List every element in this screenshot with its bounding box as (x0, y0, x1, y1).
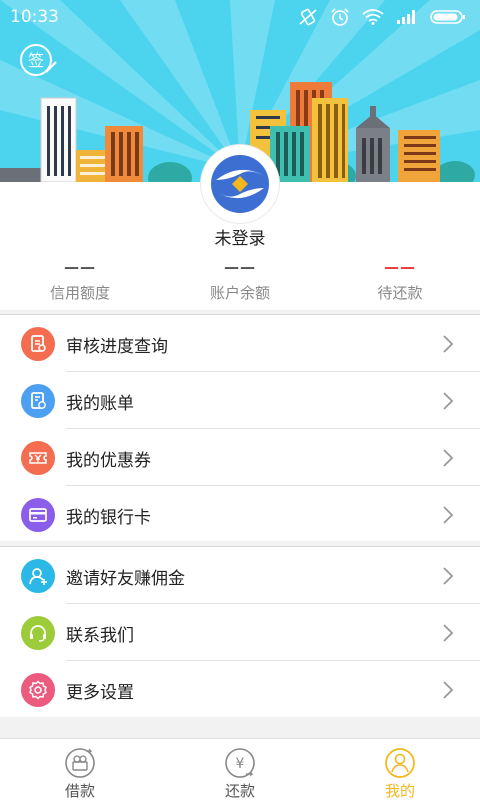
svg-text:签: 签 (28, 51, 44, 70)
stat-value: —— (224, 258, 256, 276)
menu-item-my-coupons[interactable]: 我的优惠券 (0, 429, 480, 486)
status-icons (298, 7, 466, 27)
menu-item-contact-us[interactable]: 联系我们 (0, 604, 480, 661)
menu-item-my-bill[interactable]: 我的账单 (0, 372, 480, 429)
stat-value: —— (64, 258, 96, 276)
tab-label: 还款 (224, 782, 255, 800)
chevron-right-icon (443, 567, 454, 585)
stat-pending-repayment[interactable]: —— 待还款 (320, 260, 480, 303)
menu-label: 审核进度查询 (66, 337, 168, 357)
menu-item-my-bank-card[interactable]: 我的银行卡 (0, 486, 480, 543)
review-progress-icon (21, 327, 55, 361)
signal-icon (397, 10, 415, 24)
tab-loan[interactable]: 借款 (0, 739, 160, 800)
repay-icon: ¥ (225, 748, 255, 778)
menu-label: 更多设置 (66, 683, 134, 703)
stat-label: 信用额度 (49, 284, 110, 302)
avatar[interactable] (201, 145, 279, 223)
menu-group-account: 审核进度查询 我的账单 我的优惠券 我的银行卡 (0, 314, 480, 541)
stat-value: —— (384, 258, 416, 276)
menu-item-review-progress[interactable]: 审核进度查询 (0, 315, 480, 372)
alarm-icon (331, 8, 349, 26)
tab-label: 我的 (384, 782, 415, 800)
stat-credit-limit[interactable]: —— 信用额度 (0, 260, 160, 303)
bank-card-icon (21, 498, 55, 532)
menu-item-invite-friends[interactable]: 邀请好友赚佣金 (0, 547, 480, 604)
vibrate-icon (299, 8, 317, 26)
chevron-right-icon (443, 506, 454, 524)
loan-icon (65, 748, 95, 778)
menu-label: 联系我们 (66, 626, 134, 646)
headset-icon (21, 616, 55, 650)
chevron-right-icon (443, 624, 454, 642)
account-stats: —— 信用额度 —— 账户余额 —— 待还款 (0, 260, 480, 303)
chevron-right-icon (443, 681, 454, 699)
menu-label: 邀请好友赚佣金 (66, 569, 185, 589)
tab-repay[interactable]: ¥ 还款 (160, 739, 320, 800)
profile-icon (385, 748, 415, 778)
menu-label: 我的账单 (66, 394, 134, 414)
menu-label: 我的优惠券 (66, 451, 151, 471)
stat-account-balance[interactable]: —— 账户余额 (160, 260, 320, 303)
stat-label: 待还款 (377, 284, 423, 302)
bottom-tab-bar: 借款 ¥ 还款 我的 (0, 738, 480, 800)
chevron-right-icon (443, 449, 454, 467)
status-time: 10:33 (10, 7, 59, 27)
menu-group-more: 邀请好友赚佣金 联系我们 更多设置 (0, 546, 480, 717)
chevron-right-icon (443, 335, 454, 353)
battery-icon (430, 10, 465, 24)
sign-in-icon: 签 (20, 44, 57, 76)
tab-label: 借款 (64, 782, 95, 800)
menu-label: 我的银行卡 (66, 508, 151, 528)
coupon-icon (21, 441, 55, 475)
settings-icon (21, 673, 55, 707)
brand-logo-icon (211, 155, 269, 213)
wifi-icon (362, 9, 384, 25)
invite-friend-icon (21, 559, 55, 593)
menu-item-more-settings[interactable]: 更多设置 (0, 661, 480, 718)
bill-icon (21, 384, 55, 418)
login-status[interactable]: 未登录 (0, 224, 480, 249)
stat-label: 账户余额 (209, 284, 270, 302)
sign-in-button[interactable]: 签 (18, 42, 58, 78)
chevron-right-icon (443, 392, 454, 410)
tab-mine[interactable]: 我的 (320, 739, 480, 800)
svg-text:¥: ¥ (236, 756, 245, 772)
status-bar: 10:33 (0, 0, 480, 34)
